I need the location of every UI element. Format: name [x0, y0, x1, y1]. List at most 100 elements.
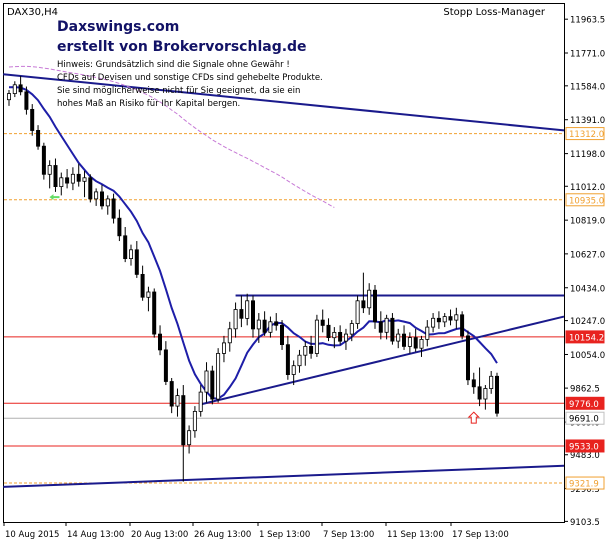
candle[interactable]	[36, 125, 41, 150]
candle[interactable]	[320, 309, 325, 333]
candle[interactable]	[431, 313, 436, 333]
candle[interactable]	[12, 81, 17, 98]
candle[interactable]	[262, 311, 267, 336]
candle[interactable]	[70, 167, 75, 191]
candle[interactable]	[401, 325, 406, 350]
candle[interactable]	[157, 325, 162, 356]
candle[interactable]	[494, 372, 499, 417]
candle[interactable]	[140, 265, 145, 301]
candle[interactable]	[216, 348, 221, 403]
candle[interactable]	[163, 341, 168, 386]
candle-body	[123, 235, 128, 260]
candle[interactable]	[233, 302, 238, 338]
moving-average-line[interactable]	[8, 86, 498, 400]
candle[interactable]	[390, 313, 395, 345]
candle[interactable]	[18, 75, 23, 96]
candle[interactable]	[47, 160, 52, 189]
candle[interactable]	[59, 172, 64, 196]
candle-body	[210, 370, 215, 400]
candle[interactable]	[303, 341, 308, 366]
candle[interactable]	[245, 293, 250, 326]
candle[interactable]	[187, 425, 192, 454]
price-chart[interactable]: 11963.5 11771.0 11584.0 11391.0 11198.0 11012…	[0, 0, 605, 543]
level-price-tag[interactable]: 10935.0	[565, 193, 605, 207]
level-price-tag[interactable]: 10154.2	[565, 330, 605, 344]
candle[interactable]	[204, 362, 209, 403]
candle[interactable]	[111, 193, 116, 224]
candle[interactable]	[123, 227, 128, 263]
candle[interactable]	[355, 295, 360, 329]
candle[interactable]	[442, 313, 447, 328]
candle[interactable]	[250, 295, 255, 338]
candle[interactable]	[297, 349, 302, 373]
candle-body	[175, 395, 180, 407]
candle[interactable]	[210, 365, 215, 405]
candle[interactable]	[454, 307, 459, 329]
candle[interactable]	[152, 288, 157, 338]
price-tick-label: 11391.0	[570, 116, 605, 126]
candle[interactable]	[274, 313, 279, 331]
candle[interactable]	[128, 244, 133, 266]
candle[interactable]	[419, 335, 424, 357]
candle[interactable]	[378, 311, 383, 340]
candle[interactable]	[146, 286, 151, 312]
expert-label: Stopp Loss-Manager	[443, 7, 546, 18]
up-arrow-icon[interactable]	[467, 411, 480, 424]
level-price-tag-label: 10935.0	[569, 196, 604, 206]
candle[interactable]	[361, 272, 366, 314]
candle[interactable]	[82, 170, 87, 198]
candle[interactable]	[76, 163, 81, 187]
candle[interactable]	[285, 335, 290, 380]
candle[interactable]	[343, 328, 348, 350]
candle[interactable]	[326, 318, 331, 342]
candle[interactable]	[396, 328, 401, 349]
candle[interactable]	[483, 385, 488, 410]
level-price-tag[interactable]: 11312.0	[565, 127, 605, 141]
candle[interactable]	[53, 158, 58, 192]
candle[interactable]	[169, 378, 174, 414]
candle[interactable]	[134, 241, 139, 278]
candle[interactable]	[181, 385, 186, 482]
candle[interactable]	[413, 328, 418, 352]
level-price-tag[interactable]: 9533.0	[565, 439, 605, 453]
candle[interactable]	[309, 335, 314, 359]
candle-body	[94, 191, 99, 200]
candle[interactable]	[465, 330, 470, 386]
candle[interactable]	[367, 283, 372, 315]
candle[interactable]	[448, 309, 453, 326]
candle[interactable]	[41, 142, 46, 180]
candle[interactable]	[7, 90, 12, 106]
candle-body	[361, 300, 366, 309]
candle[interactable]	[425, 320, 430, 347]
candle[interactable]	[471, 372, 476, 394]
candle-body	[436, 317, 441, 323]
candle[interactable]	[460, 311, 465, 340]
candle[interactable]	[117, 209, 122, 242]
candle[interactable]	[227, 321, 232, 352]
candle[interactable]	[198, 385, 203, 417]
candle[interactable]	[489, 370, 494, 394]
candle[interactable]	[239, 295, 244, 328]
candle-body	[198, 391, 203, 412]
candle[interactable]	[221, 335, 226, 363]
candle[interactable]	[65, 169, 70, 189]
candle[interactable]	[338, 325, 343, 345]
candle[interactable]	[100, 184, 105, 210]
candle[interactable]	[94, 188, 99, 206]
price-tick-label: 9103.5	[570, 518, 600, 528]
candle[interactable]	[192, 406, 197, 438]
candle[interactable]	[30, 104, 35, 136]
level-price-tag[interactable]: 9776.0	[565, 396, 605, 410]
candle[interactable]	[477, 367, 482, 407]
candle-body	[187, 430, 192, 446]
candle[interactable]	[175, 388, 180, 417]
level-price-tag[interactable]: 9321.9	[565, 476, 605, 490]
candle[interactable]	[314, 314, 319, 357]
candle[interactable]	[436, 311, 441, 329]
candle[interactable]	[384, 314, 389, 340]
trendline-long-term-support[interactable]	[3, 464, 565, 488]
candle[interactable]	[88, 174, 93, 203]
candle[interactable]	[268, 316, 273, 338]
candle[interactable]	[407, 332, 412, 354]
candle[interactable]	[105, 195, 110, 215]
